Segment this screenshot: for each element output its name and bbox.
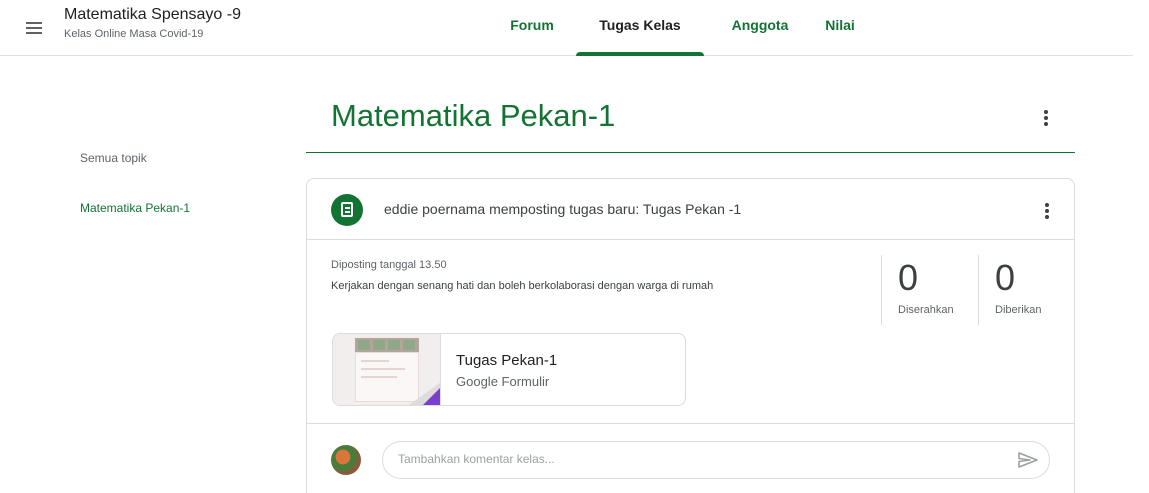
menu-icon[interactable] [22,16,46,40]
assignment-icon [331,194,363,226]
topic-matematika-pekan-1[interactable]: Matematika Pekan-1 [80,201,190,215]
send-icon[interactable] [1017,451,1039,469]
assignment-title[interactable]: eddie poernama memposting tugas baru: Tu… [384,201,741,217]
posted-date: Diposting tanggal 13.50 [331,259,447,271]
tab-forum[interactable]: Forum [488,0,576,56]
comment-divider [307,423,1074,424]
form-thumbnail [333,334,441,405]
stat-diberikan-label: Diberikan [995,304,1042,316]
assignment-card: eddie poernama memposting tugas baru: Tu… [306,178,1075,493]
assignment-description: Kerjakan dengan senang hati dan boleh be… [331,280,714,292]
app-header: Matematika Spensayo -9 Kelas Online Masa… [0,0,1133,56]
tab-nilai[interactable]: Nilai [810,0,870,56]
topic-divider [306,152,1075,153]
comment-box[interactable] [382,441,1050,479]
tab-anggota[interactable]: Anggota [714,0,806,56]
topic-heading: Matematika Pekan-1 [331,98,616,133]
topic-all[interactable]: Semua topik [80,151,147,165]
form-attachment[interactable]: Tugas Pekan-1 Google Formulir [332,333,686,406]
assignment-card-header[interactable]: eddie poernama memposting tugas baru: Tu… [307,179,1074,240]
attachment-type: Google Formulir [456,374,550,389]
comment-input[interactable] [398,452,988,466]
stat-diserahkan-label: Diserahkan [898,304,954,316]
topic-more-vert-icon[interactable] [1036,106,1056,130]
tab-tugas-kelas[interactable]: Tugas Kelas [576,0,704,56]
avatar [331,445,361,475]
stat-diberikan[interactable]: 0 Diberikan [978,255,1075,325]
form-icon [423,387,440,405]
stat-diserahkan-value: 0 [898,257,919,298]
class-title[interactable]: Matematika Spensayo -9 [64,6,241,24]
stat-diserahkan[interactable]: 0 Diserahkan [881,255,978,325]
stat-diberikan-value: 0 [995,257,1016,298]
class-subtitle: Kelas Online Masa Covid-19 [64,28,204,40]
assignment-more-vert-icon[interactable] [1037,199,1057,223]
attachment-title: Tugas Pekan-1 [456,352,558,369]
